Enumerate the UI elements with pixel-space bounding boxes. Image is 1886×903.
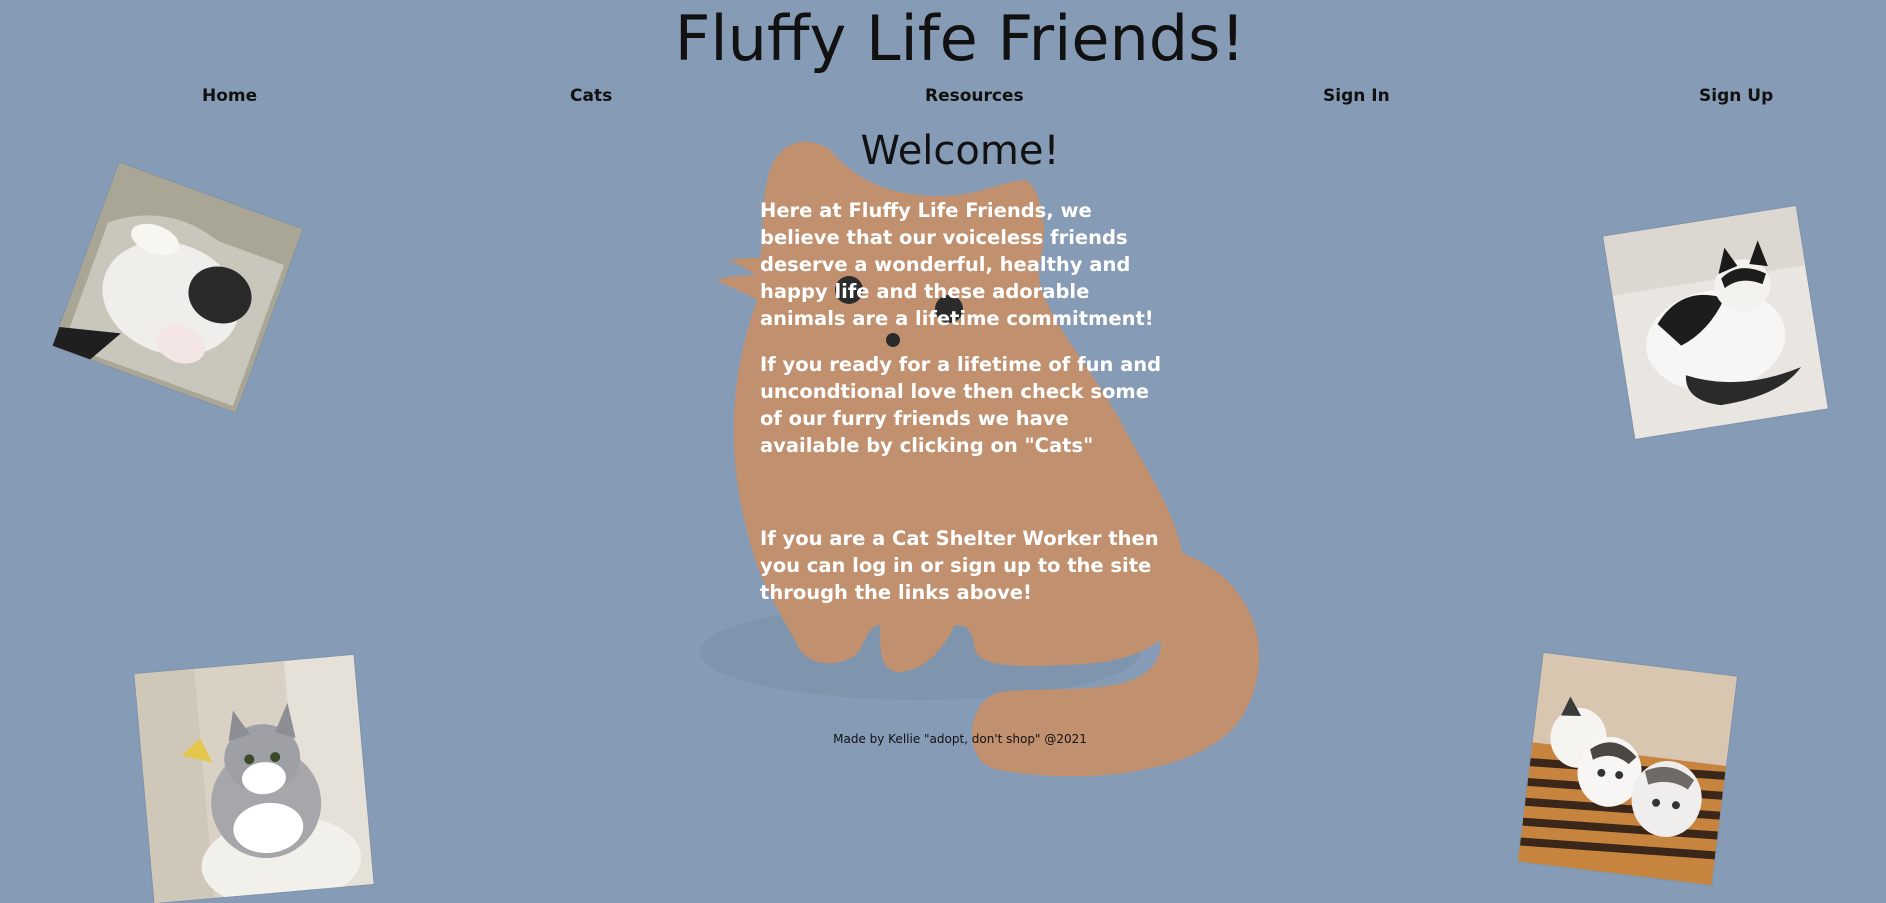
nav-sign-in-link[interactable]: Sign In (1323, 86, 1390, 106)
intro-text: Here at Fluffy Life Friends, we believe … (760, 197, 1170, 625)
nav-resources-link[interactable]: Resources (925, 86, 1024, 106)
nav-home-link[interactable]: Home (202, 86, 257, 106)
welcome-heading: Welcome! (860, 128, 1060, 174)
cat-photo-top-left (52, 162, 303, 413)
cat-photo-bottom-right (1517, 652, 1738, 886)
intro-paragraph-2: If you ready for a lifetime of fun and u… (760, 353, 1162, 457)
intro-paragraph-1: Here at Fluffy Life Friends, we believe … (760, 199, 1154, 330)
nav-cats-link[interactable]: Cats (570, 86, 612, 106)
nav-sign-up-link[interactable]: Sign Up (1699, 86, 1773, 106)
site-title: Fluffy Life Friends! (674, 2, 1246, 75)
footer-text: Made by Kellie "adopt, don't shop" @2021 (833, 732, 1087, 746)
cat-photo-bottom-left (134, 654, 374, 903)
intro-paragraph-3: If you are a Cat Shelter Worker then you… (760, 527, 1159, 604)
cat-photo-top-right (1603, 206, 1828, 439)
